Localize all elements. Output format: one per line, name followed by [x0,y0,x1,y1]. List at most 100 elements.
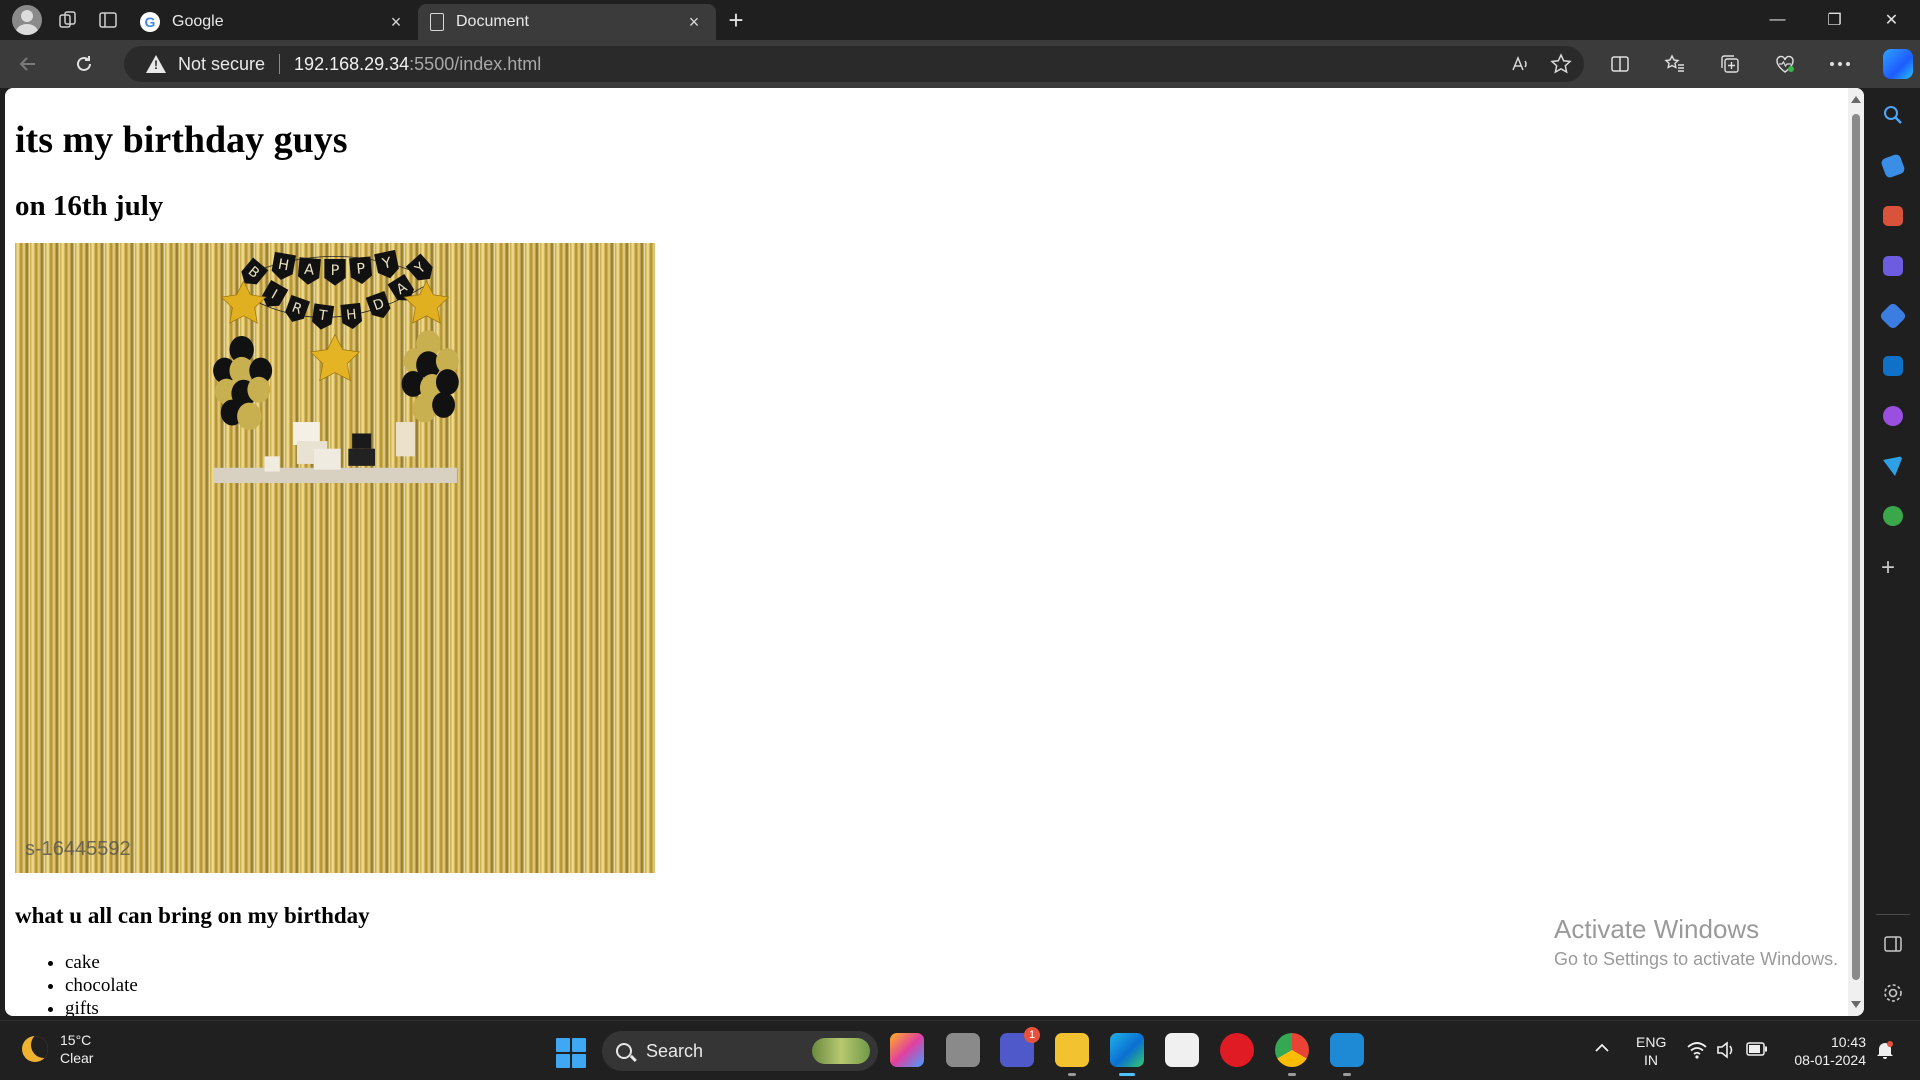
new-tab-button[interactable]: + [716,0,756,40]
scroll-up-icon[interactable] [1851,96,1861,103]
sidebar-divider [1876,914,1910,915]
notification-bell-icon[interactable] [1876,1040,1894,1060]
input-language[interactable]: ENG IN [1636,1033,1666,1069]
navigation-bar: Not secure 192.168.29.34:5500/index.html [0,40,1920,88]
copilot-preview-icon[interactable] [890,1033,924,1067]
watermark-title: Activate Windows [1554,914,1760,944]
hide-sidebar-icon[interactable] [1883,934,1903,954]
close-tab-icon[interactable]: × [684,12,704,33]
url-host[interactable]: 192.168.29.34 [294,54,409,75]
birthday-image-art: H A P P Y B I R T H D A Y [213,249,459,483]
designer-icon[interactable] [1883,406,1903,426]
sidebar-settings-gear-icon[interactable] [1882,982,1904,1004]
tab-title: Document [456,13,529,30]
chrome-browser-icon[interactable] [1275,1033,1309,1076]
windows-taskbar: 15°C Clear Search 1 ENG IN 10:43 08-01-2… [0,1020,1920,1080]
opera-browser-icon[interactable] [1220,1033,1254,1067]
address-bar-actions [1510,46,1572,82]
language-code: ENG [1636,1034,1667,1050]
shopping-tag-icon[interactable] [1880,153,1906,179]
banner-top-flags: H A P P Y [271,249,399,286]
windows-logo-icon [572,1054,586,1068]
window-controls: — ❐ ✕ [1749,0,1920,40]
clock-time: 10:43 [1830,1034,1866,1050]
region-code: IN [1644,1052,1658,1068]
close-window-button[interactable]: ✕ [1863,0,1920,40]
bring-list: cake chocolate gifts [65,951,655,1016]
windows-logo-icon [572,1038,586,1052]
banner-letter: P [331,263,340,279]
scroll-down-icon[interactable] [1851,1001,1861,1008]
list-item: chocolate [65,974,655,997]
document-favicon-icon [430,13,444,31]
search-label: Search [646,1040,704,1061]
page-heading: its my birthday guys [15,119,348,161]
browser-essentials-button[interactable] [1757,40,1812,88]
tab-actions-icon[interactable] [88,0,128,40]
split-screen-icon [1610,56,1629,72]
collections-icon [1720,55,1739,73]
outlook-icon[interactable] [1883,356,1903,376]
windows-logo-icon [556,1054,570,1068]
profile-avatar[interactable] [12,5,42,35]
page-subheading: on 16th july [15,190,164,222]
image-watermark: s-16445592 [25,838,131,860]
show-hidden-icons-chevron-icon[interactable] [1594,1043,1610,1053]
games-icon[interactable] [1883,256,1903,276]
collections-button[interactable] [1702,40,1757,88]
search-icon[interactable] [1882,104,1904,126]
teams-icon[interactable]: 1 [1000,1027,1040,1067]
tab-google[interactable]: G Google × [128,4,418,40]
weather-temperature: 15°C [60,1032,92,1048]
workspaces-icon[interactable] [48,0,88,40]
edge-browser-icon[interactable] [1110,1033,1144,1076]
heart-pulse-icon [1775,55,1794,73]
search-icon [616,1043,632,1059]
copilot-icon[interactable] [1883,49,1913,79]
more-dots-icon [1829,62,1850,66]
read-aloud-icon[interactable] [1510,54,1530,74]
scrollbar-thumb[interactable] [1852,114,1860,980]
microsoft-store-icon[interactable] [1165,1033,1199,1067]
battery-icon[interactable] [1746,1042,1768,1056]
notification-badge: 1 [1024,1027,1040,1043]
balloon-cluster-left [213,335,273,431]
page-scrollbar[interactable] [1848,88,1864,1016]
tools-briefcase-icon[interactable] [1883,206,1903,226]
start-button[interactable] [556,1038,586,1068]
address-bar[interactable]: Not secure 192.168.29.34:5500/index.html [124,46,1584,82]
split-screen-button[interactable] [1592,40,1647,88]
warning-icon[interactable] [146,55,166,73]
taskbar-search[interactable]: Search [602,1031,878,1071]
back-button[interactable] [0,40,56,88]
banner-letter: A [304,262,315,279]
refresh-button[interactable] [56,40,112,88]
tree-icon[interactable] [1883,506,1903,526]
task-view-icon[interactable] [946,1033,980,1067]
settings-more-button[interactable] [1812,40,1867,88]
favorite-star-icon[interactable] [1550,53,1572,75]
wifi-icon[interactable] [1686,1041,1708,1059]
close-tab-icon[interactable]: × [386,12,406,33]
add-sidebar-app-icon[interactable]: + [1881,554,1895,582]
microsoft-365-icon[interactable] [1878,301,1908,331]
list-item: cake [65,951,655,974]
browser-window: G Google × Document × + — ❐ ✕ Not secure… [0,0,1920,1080]
vscode-icon[interactable] [1330,1033,1364,1076]
banner-letter: H [345,307,357,324]
weather-widget[interactable]: 15°C Clear [22,1031,93,1067]
security-label[interactable]: Not secure [178,54,265,75]
section-heading: what u all can bring on my birthday [15,903,370,928]
weather-description: Clear [60,1050,94,1066]
favorites-button[interactable] [1647,40,1702,88]
system-clock[interactable]: 10:43 08-01-2024 [1786,1033,1866,1069]
restore-button[interactable]: ❐ [1806,0,1863,40]
tab-document[interactable]: Document × [418,4,716,40]
file-explorer-icon[interactable] [1055,1033,1089,1076]
minimize-button[interactable]: — [1749,0,1806,40]
volume-icon[interactable] [1716,1041,1736,1059]
list-item: gifts [65,997,655,1016]
url-path[interactable]: :5500/index.html [409,54,541,75]
refresh-icon [77,56,91,71]
drop-send-icon[interactable] [1883,456,1903,476]
